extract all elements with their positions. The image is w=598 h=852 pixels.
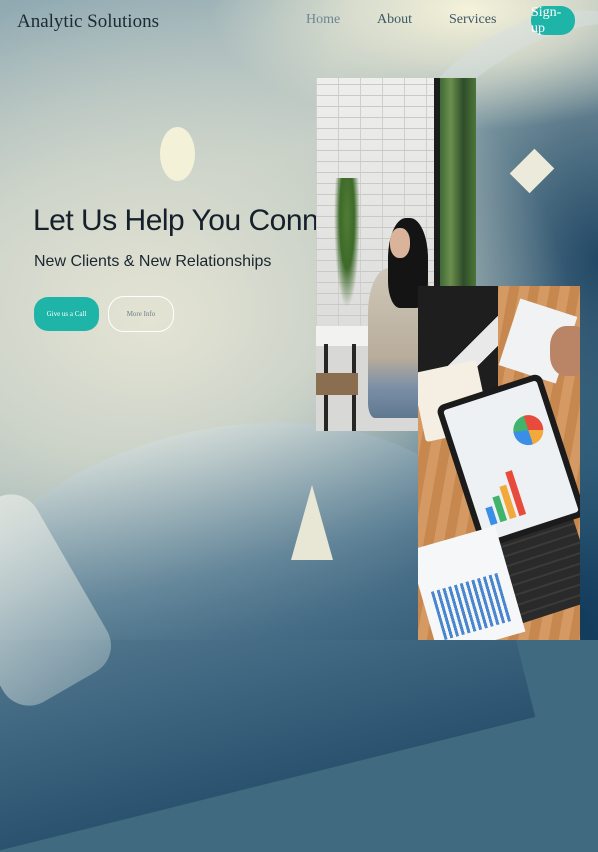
screen-pie	[509, 411, 548, 450]
decorative-triangle	[291, 485, 333, 560]
woman-face	[390, 228, 410, 258]
hand	[550, 326, 580, 376]
wood-bench	[316, 373, 358, 395]
business-meeting-tablet-photo	[418, 286, 580, 640]
signup-button[interactable]: Sign-up	[531, 5, 575, 36]
potted-plant	[334, 178, 360, 308]
nav-link-home[interactable]: Home	[306, 12, 340, 28]
report-bars	[430, 572, 512, 640]
more-info-button[interactable]: More Info	[108, 296, 174, 332]
nav-link-about[interactable]: About	[377, 12, 412, 28]
nav-link-services[interactable]: Services	[449, 12, 496, 28]
call-button[interactable]: Give us a Call	[34, 297, 99, 331]
hero-title: Let Us Help You Connect!	[33, 204, 365, 237]
brand-logo[interactable]: Analytic Solutions	[17, 11, 159, 33]
decorative-circle	[160, 127, 195, 181]
hero-subtitle: New Clients & New Relationships	[34, 253, 272, 270]
